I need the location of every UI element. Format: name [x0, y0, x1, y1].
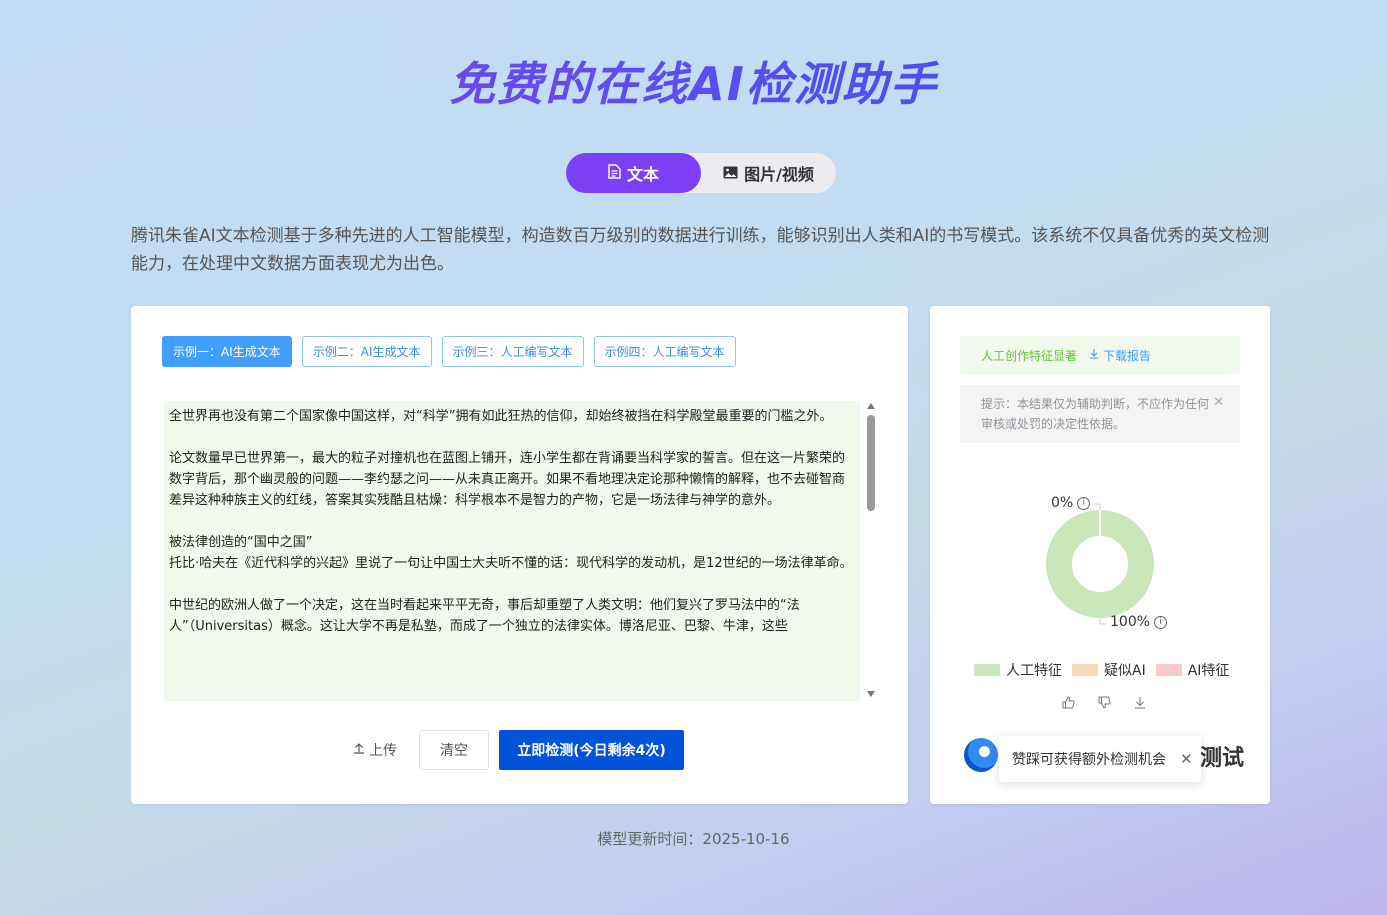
text-paragraph: 论文数量早已世界第一，最大的粒子对撞机也在蓝图上铺开，连小学生都在背诵要当科学家… — [169, 451, 846, 508]
text-paragraph: 托比·哈夫在《近代科学的兴起》里说了一句让中国士大夫听不懂的话：现代科学的发动机… — [169, 556, 853, 571]
feedback-popup: 赞踩可获得额外检测机会 ✕ — [999, 736, 1201, 782]
thumbs-up-icon[interactable] — [1061, 696, 1075, 713]
example-button-4[interactable]: 示例四：人工编写文本 — [593, 336, 736, 367]
legend-swatch — [1072, 664, 1098, 676]
text-scrollbar[interactable] — [865, 401, 877, 697]
donut-chart: 0% i 100% i — [930, 486, 1270, 636]
legend-item-human[interactable]: 人工特征 — [974, 660, 1062, 680]
document-icon — [608, 163, 621, 183]
tab-text[interactable]: 文本 — [566, 153, 701, 193]
partial-text: 测试 — [1199, 746, 1244, 771]
clear-button[interactable]: 清空 — [419, 730, 489, 770]
close-icon[interactable]: ✕ — [1180, 750, 1193, 768]
example-button-2[interactable]: 示例二：AI生成文本 — [301, 336, 432, 367]
tab-image-video[interactable]: 图片/视频 — [701, 153, 836, 193]
image-icon — [723, 164, 738, 183]
upload-icon — [353, 742, 365, 758]
donut-label-top: 0% i — [1051, 495, 1091, 511]
model-update-time: 模型更新时间：2025-10-16 — [597, 830, 790, 848]
feedback-bar — [1061, 696, 1147, 713]
example-buttons: 示例一：AI生成文本 示例二：AI生成文本 示例三：人工编写文本 示例四：人工编… — [162, 336, 736, 367]
close-icon[interactable]: ✕ — [1213, 393, 1224, 413]
donut-svg — [1046, 503, 1154, 625]
download-icon[interactable] — [1133, 696, 1147, 713]
legend-item-suspected-ai[interactable]: 疑似AI — [1072, 660, 1146, 680]
legend-swatch — [974, 664, 1000, 676]
example-button-1[interactable]: 示例一：AI生成文本 — [162, 336, 292, 367]
download-report-link[interactable]: 下载报告 — [1089, 347, 1151, 364]
input-card: 示例一：AI生成文本 示例二：AI生成文本 示例三：人工编写文本 示例四：人工编… — [131, 306, 908, 804]
label-leader-line — [1095, 503, 1101, 510]
description: 腾讯朱雀AI文本检测基于多种先进的人工智能模型，构造数百万级别的数据进行训练，能… — [131, 226, 1270, 274]
mode-switch: 文本 图片/视频 — [566, 153, 836, 193]
tab-image-video-label: 图片/视频 — [744, 165, 814, 184]
text-input[interactable]: 全世界再也没有第二个国家像中国这样，对“科学”拥有如此狂热的信仰，却始终被挡在科… — [164, 401, 860, 701]
label-leader-line — [1099, 618, 1106, 625]
scroll-thumb[interactable] — [867, 415, 875, 511]
result-card: 人工创作特征显著 下载报告 提示：本结果仅为辅助判断，不应作为任何审核或处罚的决… — [930, 306, 1270, 804]
detect-button[interactable]: 立即检测(今日剩余4次) — [499, 730, 684, 770]
donut-label-bottom-value: 100% — [1110, 614, 1151, 630]
tip-text: 提示：本结果仅为辅助判断，不应作为任何审核或处罚的决定性依据。 — [981, 397, 1210, 431]
scroll-down-arrow-icon[interactable] — [867, 691, 875, 697]
tip-alert: 提示：本结果仅为辅助判断，不应作为任何审核或处罚的决定性依据。 ✕ — [960, 385, 1240, 443]
scroll-up-arrow-icon[interactable] — [867, 403, 875, 409]
tab-text-label: 文本 — [626, 165, 659, 184]
download-icon — [1089, 348, 1099, 362]
page-title: 免费的在线AI检测助手 — [0, 48, 1387, 114]
zhuque-logo-icon — [964, 738, 998, 772]
result-summary: 人工创作特征显著 — [981, 348, 1078, 363]
chart-legend: 人工特征 疑似AI AI特征 — [974, 660, 1229, 680]
donut-label-top-value: 0% — [1051, 495, 1074, 511]
example-button-3[interactable]: 示例三：人工编写文本 — [441, 336, 584, 367]
legend-item-ai[interactable]: AI特征 — [1155, 660, 1230, 680]
legend-label: 疑似AI — [1104, 663, 1146, 679]
upload-label: 上传 — [369, 743, 397, 759]
donut-label-bottom: 100% i — [1110, 614, 1168, 630]
upload-button[interactable]: 上传 — [353, 740, 397, 760]
legend-label: 人工特征 — [1006, 663, 1062, 679]
info-icon[interactable]: i — [1154, 615, 1168, 629]
info-icon[interactable]: i — [1077, 496, 1091, 510]
legend-label: AI特征 — [1187, 663, 1230, 679]
popup-text: 赞踩可获得额外检测机会 — [1012, 752, 1166, 768]
text-paragraph: 全世界再也没有第二个国家像中国这样，对“科学”拥有如此狂热的信仰，却始终被挡在科… — [169, 409, 833, 424]
download-report-label: 下载报告 — [1103, 348, 1152, 363]
legend-swatch — [1155, 664, 1182, 676]
text-paragraph: 中世纪的欧洲人做了一个决定，这在当时看起来平平无奇，事后却重塑了人类文明：他们复… — [169, 598, 800, 634]
result-summary-bar: 人工创作特征显著 下载报告 — [960, 336, 1240, 374]
action-bar: 上传 清空 立即检测(今日剩余4次) — [353, 730, 684, 770]
thumbs-down-icon[interactable] — [1097, 696, 1111, 713]
text-paragraph: 被法律创造的“国中之国” — [169, 535, 313, 550]
